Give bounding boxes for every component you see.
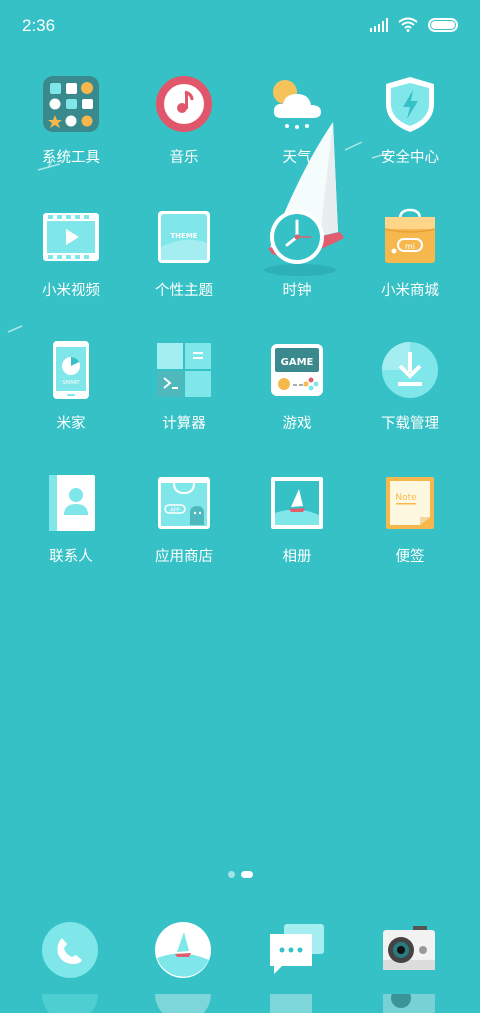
app-label: 便签 [395, 549, 425, 565]
app-label: 系统工具 [42, 150, 100, 166]
dock-phone[interactable] [38, 918, 102, 1013]
app-calculator[interactable]: 计算器 [129, 336, 239, 446]
app-label: 相册 [282, 549, 312, 565]
app-label: 应用商店 [155, 549, 213, 565]
notes-icon: Note [380, 473, 440, 533]
status-icons [370, 17, 458, 32]
messages-reflection [270, 994, 312, 1013]
phone-icon [42, 922, 98, 978]
dock [0, 910, 480, 1013]
notes-icon-text: Note [395, 493, 417, 503]
app-label: 联系人 [49, 549, 93, 565]
app-system-tools[interactable]: 系统工具 [16, 70, 126, 180]
calculator-icon [154, 340, 214, 400]
contacts-icon [41, 473, 101, 533]
phone-reflection [42, 994, 98, 1013]
app-label: 米家 [56, 416, 86, 432]
theme-icon: THEME [154, 207, 214, 267]
signal-icon [370, 17, 388, 32]
clock-icon [267, 207, 327, 267]
app-notes[interactable]: Note 便签 [355, 469, 465, 579]
system-tools-icon [41, 74, 101, 134]
app-clock[interactable]: 时钟 [242, 203, 352, 313]
status-time: 2:36 [22, 16, 56, 35]
app-music[interactable]: 音乐 [129, 70, 239, 180]
app-mijia[interactable]: SMART 米家 [16, 336, 126, 446]
messages-icon [270, 924, 324, 974]
app-security[interactable]: 安全中心 [355, 70, 465, 180]
page-dot-active[interactable] [240, 871, 253, 878]
app-label: 下载管理 [381, 416, 439, 432]
app-label: 游戏 [282, 416, 312, 432]
app-download[interactable]: 下载管理 [355, 336, 465, 446]
download-icon [380, 340, 440, 400]
mall-icon: mi [380, 207, 440, 267]
mall-icon-text: mi [405, 242, 415, 251]
dock-browser[interactable] [151, 918, 215, 1013]
app-label: 安全中心 [381, 150, 439, 166]
battery-icon [428, 17, 458, 32]
dock-messages[interactable] [264, 918, 328, 1013]
app-label: 天气 [282, 150, 312, 166]
app-label: 个性主题 [155, 283, 213, 299]
browser-icon [155, 922, 211, 978]
theme-icon-text: THEME [170, 232, 197, 240]
app-label: 时钟 [282, 283, 312, 299]
app-mall[interactable]: mi 小米商城 [355, 203, 465, 313]
app-weather[interactable]: 天气 [242, 70, 352, 180]
page-dot[interactable] [227, 871, 235, 878]
status-bar: 2:36 [0, 0, 480, 52]
dock-camera[interactable] [377, 918, 441, 1013]
app-gallery[interactable]: 相册 [242, 469, 352, 579]
camera-icon [383, 926, 435, 970]
page-indicator [0, 871, 480, 878]
weather-icon [267, 74, 327, 134]
gallery-icon [267, 473, 327, 533]
app-label: 小米视频 [42, 283, 100, 299]
app-label: 计算器 [162, 416, 206, 432]
video-icon [41, 207, 101, 267]
music-icon [154, 74, 214, 134]
wifi-icon [398, 17, 418, 32]
app-game[interactable]: GAME 游戏 [242, 336, 352, 446]
app-app-store[interactable]: APP 应用商店 [129, 469, 239, 579]
app-theme[interactable]: THEME 个性主题 [129, 203, 239, 313]
app-store-icon: APP [154, 473, 214, 533]
app-label: 小米商城 [381, 283, 439, 299]
app-store-icon-text: APP [170, 508, 179, 514]
browser-reflection [155, 994, 211, 1013]
game-icon-text: GAME [281, 357, 314, 368]
app-contacts[interactable]: 联系人 [16, 469, 126, 579]
app-video[interactable]: 小米视频 [16, 203, 126, 313]
camera-reflection [383, 994, 435, 1013]
security-icon [380, 74, 440, 134]
mijia-icon: SMART [41, 340, 101, 400]
game-icon: GAME [267, 340, 327, 400]
mijia-icon-text: SMART [62, 380, 80, 386]
app-label: 音乐 [169, 150, 199, 166]
